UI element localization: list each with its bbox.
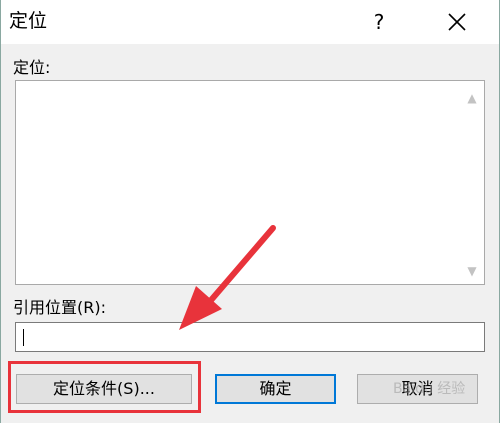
goto-dialog: 定位 ? 定位: ▲ ▼ 引用位置(R): 定位条件(S)... 确定 取消 B… (0, 0, 500, 423)
red-arrow-annotation (179, 225, 276, 330)
watermark: Baidu 经验 (393, 381, 466, 397)
